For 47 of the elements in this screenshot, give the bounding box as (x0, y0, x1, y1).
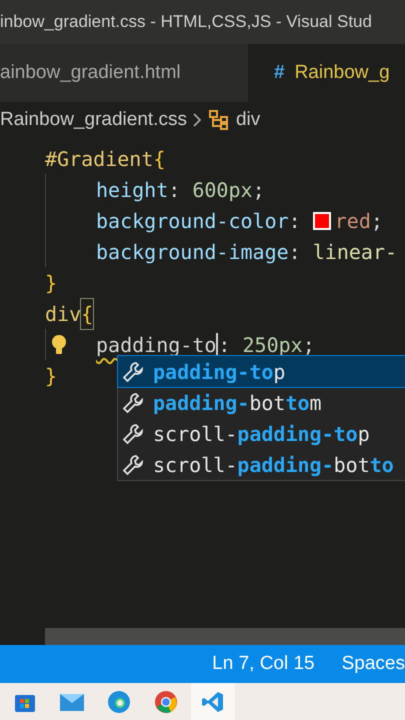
code-token-warning: padding-to (96, 332, 216, 358)
code-token: : (218, 332, 232, 358)
code-token: } (45, 270, 58, 296)
indentation-status[interactable]: Spaces (342, 650, 405, 678)
suggestion-item[interactable]: padding-bottom (118, 387, 405, 418)
code-token: ; (302, 332, 315, 358)
taskbar-button[interactable] (191, 683, 235, 720)
code-token: ; (370, 208, 383, 234)
code-token: div (45, 300, 82, 328)
wrench-icon (121, 390, 145, 414)
horizontal-scrollbar[interactable] (45, 628, 405, 645)
wrench-icon (121, 452, 145, 476)
code-token: : (288, 238, 302, 266)
editor-tab[interactable]: ainbow_gradient.html (0, 44, 248, 102)
wrench-icon (121, 422, 145, 446)
wrench-icon (121, 360, 145, 384)
breadcrumb-file[interactable]: Rainbow_gradient.css (0, 106, 187, 134)
browser-icon (107, 690, 131, 714)
color-swatch[interactable] (312, 212, 331, 230)
code-token: red (334, 208, 371, 234)
cursor-position[interactable]: Ln 7, Col 15 (212, 650, 315, 678)
hash-icon: # (274, 58, 285, 88)
text-cursor (216, 332, 218, 356)
code-editor-icon (201, 690, 225, 714)
code-token: background-color (96, 208, 289, 234)
browser-icon (154, 690, 178, 714)
code-token: } (45, 362, 58, 390)
editor-tab[interactable]: # Rainbow_g (248, 44, 405, 102)
code-token: 600px (192, 176, 253, 204)
code-token: ; (252, 176, 265, 204)
code-token: : (168, 176, 182, 204)
structure-icon (208, 109, 230, 131)
code-token: linear- (312, 238, 398, 266)
suggestion-item[interactable]: padding-top (118, 356, 405, 387)
lightbulb-icon[interactable] (50, 334, 68, 356)
code-token: 250px (242, 332, 303, 358)
window-title: inbow_gradient.css - HTML,CSS,JS - Visual Stud (0, 11, 372, 34)
code-token: background-image (96, 238, 289, 266)
code-token: height (96, 176, 168, 204)
chevron-icon (192, 113, 202, 127)
code-token: { (153, 146, 166, 172)
suggestion-item[interactable]: scroll-padding-top (118, 418, 405, 449)
code-token: : (288, 208, 302, 234)
breadcrumb-symbol[interactable]: div (236, 106, 260, 134)
code-token: { (81, 298, 94, 328)
code-token: #Gradient (45, 146, 154, 172)
suggestion-item[interactable]: scroll-padding-botto (118, 449, 405, 480)
